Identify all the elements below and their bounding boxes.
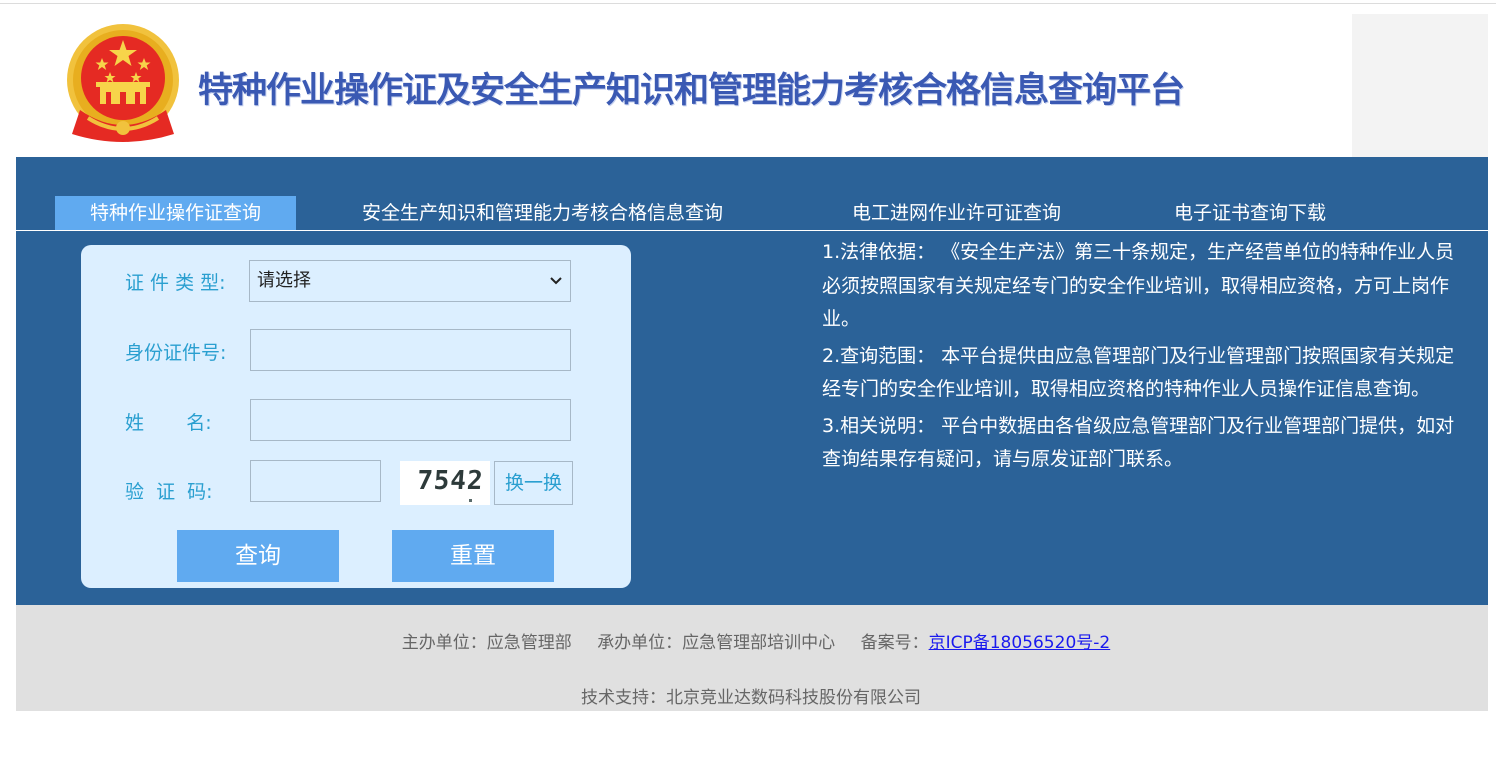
captcha-input[interactable] xyxy=(250,460,381,502)
footer-tech-support: 技术支持：北京竞业达数码科技股份有限公司 xyxy=(581,688,921,708)
note-query-scope: 2.查询范围： 本平台提供由应急管理部门及行业管理部门按照国家有关规定经专门的安… xyxy=(822,344,1455,401)
footer-sponsor: 主办单位：应急管理部 xyxy=(401,633,572,653)
tab-e-certificate-download[interactable]: 电子证书查询下载 xyxy=(1174,196,1326,230)
tab-underline xyxy=(16,230,1488,231)
icp-link[interactable]: 京ICP备18056520号-2 xyxy=(929,633,1111,653)
tab-safety-knowledge-assessment[interactable]: 安全生产知识和管理能力考核合格信息查询 xyxy=(362,196,723,230)
cert-type-select[interactable]: 请选择 xyxy=(249,260,571,302)
note-legal-basis: 1.法律依据： 《安全生产法》第三十条规定，生产经营单位的特种作业人员必须按照国… xyxy=(822,241,1455,330)
note-related-info: 3.相关说明： 平台中数据由各省级应急管理部门及行业管理部门提供，如对查询结果存… xyxy=(822,414,1455,471)
notes-section: 1.法律依据： 《安全生产法》第三十条规定，生产经营单位的特种作业人员必须按照国… xyxy=(822,236,1462,480)
footer-organizer: 承办单位：应急管理部培训中心 xyxy=(597,633,836,653)
name-input[interactable] xyxy=(250,399,571,441)
site-title: 特种作业操作证及安全生产知识和管理能力考核合格信息查询平台 xyxy=(198,71,1185,111)
refresh-captcha-button[interactable]: 换一换 xyxy=(494,461,573,505)
national-emblem-icon xyxy=(62,22,184,150)
captcha-image[interactable]: 7542 xyxy=(400,461,490,505)
top-divider xyxy=(0,3,1496,4)
footer-info-line: 主办单位：应急管理部 承办单位：应急管理部培训中心 备案号：京ICP备18056… xyxy=(0,628,1496,653)
captcha-noise xyxy=(469,499,472,502)
id-number-input[interactable] xyxy=(250,329,571,371)
cert-type-label: 证 件 类 型: xyxy=(125,272,226,294)
footer-icp-label: 备案号： xyxy=(860,633,929,653)
tab-special-operation-cert[interactable]: 特种作业操作证查询 xyxy=(55,196,296,230)
header-side-panel xyxy=(1352,14,1488,157)
chevron-down-icon xyxy=(550,261,562,317)
captcha-label: 验 证 码: xyxy=(125,481,213,503)
id-number-label: 身份证件号: xyxy=(125,342,227,364)
name-label: 姓 名: xyxy=(125,412,212,434)
tab-electrician-grid-permit[interactable]: 电工进网作业许可证查询 xyxy=(852,196,1061,230)
captcha-image-text: 7542 xyxy=(415,466,485,496)
cert-type-selected-value: 请选择 xyxy=(257,270,311,291)
query-button[interactable]: 查询 xyxy=(177,530,339,582)
reset-button[interactable]: 重置 xyxy=(392,530,554,582)
